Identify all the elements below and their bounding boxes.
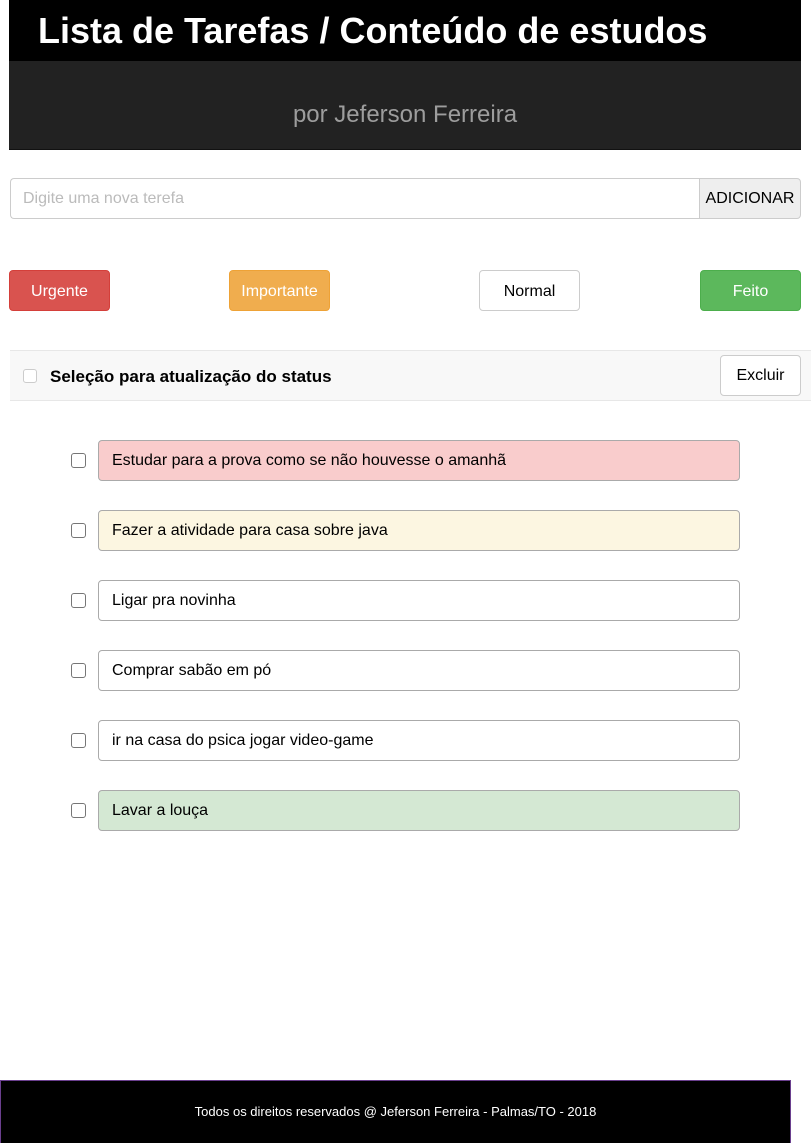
task-checkbox[interactable] [71,733,86,748]
select-all-checkbox[interactable] [23,369,37,383]
important-button[interactable]: Importante [229,270,330,311]
task-item[interactable]: Ligar pra novinha [98,580,740,621]
task-row: Estudar para a prova como se não houvess… [71,440,740,481]
footer: Todos os direitos reservados @ Jeferson … [0,1080,791,1143]
task-row: ir na casa do psica jogar video-game [71,720,740,761]
normal-button[interactable]: Normal [479,270,580,311]
task-row: Lavar a louça [71,790,740,831]
task-item[interactable]: Comprar sabão em pó [98,650,740,691]
task-row: Fazer a atividade para casa sobre java [71,510,740,551]
task-item[interactable]: Estudar para a prova como se não houvess… [98,440,740,481]
task-row: Ligar pra novinha [71,580,740,621]
done-button[interactable]: Feito [700,270,801,311]
task-row: Comprar sabão em pó [71,650,740,691]
task-checkbox[interactable] [71,593,86,608]
task-checkbox[interactable] [71,663,86,678]
page-subtitle: por Jeferson Ferreira [9,61,801,150]
task-item[interactable]: ir na casa do psica jogar video-game [98,720,740,761]
add-task-group: ADICIONAR [10,178,801,219]
task-item[interactable]: Lavar a louça [98,790,740,831]
page-title: Lista de Tarefas / Conteúdo de estudos [9,0,801,61]
task-checkbox[interactable] [71,453,86,468]
add-task-button[interactable]: ADICIONAR [699,178,801,219]
status-selection-bar: Seleção para atualização do status Exclu… [10,350,811,401]
urgent-button[interactable]: Urgente [9,270,110,311]
status-selection-label: Seleção para atualização do status [50,367,332,386]
task-item[interactable]: Fazer a atividade para casa sobre java [98,510,740,551]
task-checkbox[interactable] [71,803,86,818]
new-task-input[interactable] [10,178,699,219]
task-checkbox[interactable] [71,523,86,538]
delete-button[interactable]: Excluir [720,355,801,396]
